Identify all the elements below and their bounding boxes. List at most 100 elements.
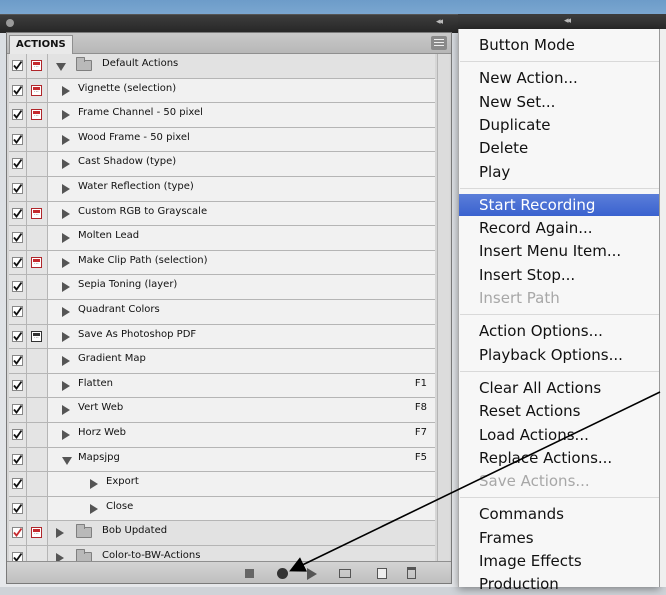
menu-item[interactable]: Replace Actions... [459, 447, 660, 469]
action-step-row[interactable]: Close [9, 496, 435, 522]
checkmark-icon[interactable] [12, 207, 23, 219]
checkmark-icon[interactable] [12, 330, 23, 342]
item-cell[interactable]: Vignette (selection) [48, 78, 435, 103]
menu-item[interactable]: Clear All Actions [459, 377, 660, 399]
item-cell[interactable]: Water Reflection (type) [48, 176, 435, 201]
item-cell[interactable]: Gradient Map [48, 349, 435, 373]
checkmark-icon[interactable] [12, 232, 23, 244]
disclosure-expanded-icon[interactable] [62, 456, 72, 465]
checkmark-icon[interactable] [12, 527, 23, 539]
item-cell[interactable]: Export [48, 472, 435, 496]
item-cell[interactable]: Horz Web F7 [48, 422, 435, 447]
menu-item[interactable]: Duplicate [459, 114, 660, 136]
scrollbar[interactable] [437, 54, 450, 562]
folder-icon[interactable] [339, 569, 351, 578]
action-set-row[interactable]: ... Bob Updated [9, 521, 435, 546]
menu-item[interactable]: Start Recording [459, 193, 660, 216]
disclosure-collapsed-icon[interactable] [62, 183, 70, 194]
checkmark-icon[interactable] [12, 355, 23, 367]
item-cell[interactable]: Make Clip Path (selection) [48, 250, 435, 275]
disclosure-collapsed-icon[interactable] [62, 331, 70, 342]
menu-item[interactable]: Commands [459, 503, 660, 525]
stop-icon[interactable] [245, 569, 254, 578]
disclosure-collapsed-icon[interactable] [62, 306, 70, 317]
menu-item[interactable]: Action Options... [459, 320, 660, 342]
item-cell[interactable]: Cast Shadow (type) [48, 152, 435, 176]
checkmark-icon[interactable] [12, 182, 23, 194]
action-row[interactable]: Molten Lead [9, 226, 435, 251]
item-cell[interactable]: Vert Web F8 [48, 398, 435, 422]
menu-item[interactable]: Reset Actions [459, 400, 660, 422]
disclosure-collapsed-icon[interactable] [62, 134, 70, 145]
item-cell[interactable]: Bob Updated [48, 521, 435, 545]
dialog-toggle-icon[interactable]: ... [31, 207, 42, 219]
menu-item[interactable]: Frames [459, 527, 660, 549]
action-row[interactable]: Water Reflection (type) [9, 176, 435, 202]
action-row[interactable]: Horz Web F7 [9, 422, 435, 448]
action-row[interactable]: ... Frame Channel - 50 pixel [9, 103, 435, 128]
action-step-row[interactable]: Export [9, 472, 435, 497]
item-cell[interactable]: Mapsjpg F5 [48, 447, 435, 472]
collapse-icon[interactable]: ◂◂ [564, 16, 571, 26]
item-cell[interactable]: Save As Photoshop PDF [48, 324, 435, 349]
checkmark-icon[interactable] [12, 133, 23, 145]
action-row[interactable]: Wood Frame - 50 pixel [9, 127, 435, 153]
checkmark-icon[interactable] [12, 305, 23, 317]
disclosure-collapsed-icon[interactable] [90, 479, 98, 490]
menu-item[interactable]: Image Effects [459, 550, 660, 572]
action-row[interactable]: Cast Shadow (type) [9, 152, 435, 177]
disclosure-collapsed-icon[interactable] [62, 208, 70, 219]
dialog-toggle-icon[interactable]: ... [31, 60, 42, 71]
disclosure-collapsed-icon[interactable] [90, 503, 98, 514]
disclosure-collapsed-icon[interactable] [62, 380, 70, 391]
disclosure-collapsed-icon[interactable] [62, 405, 70, 416]
action-row[interactable]: Vert Web F8 [9, 398, 435, 423]
close-dot-icon[interactable] [6, 19, 14, 27]
checkmark-icon[interactable] [12, 478, 23, 490]
dialog-toggle-icon[interactable]: ... [31, 84, 42, 96]
menu-item[interactable]: Load Actions... [459, 424, 660, 446]
item-cell[interactable]: Default Actions [48, 54, 435, 78]
checkmark-icon[interactable] [12, 502, 23, 514]
checkmark-icon[interactable] [12, 281, 23, 293]
menu-item[interactable]: Button Mode [459, 34, 660, 56]
disclosure-collapsed-icon[interactable] [62, 159, 70, 170]
menu-item[interactable]: Insert Menu Item... [459, 240, 660, 262]
panel-menu-button[interactable] [431, 36, 447, 50]
menu-item[interactable]: Play [459, 161, 660, 183]
disclosure-expanded-icon[interactable] [56, 63, 66, 71]
record-icon[interactable] [277, 568, 288, 579]
trash-icon[interactable] [407, 567, 416, 579]
disclosure-collapsed-icon[interactable] [62, 282, 70, 293]
action-row[interactable]: Sepia Toning (layer) [9, 275, 435, 300]
item-cell[interactable]: Sepia Toning (layer) [48, 275, 435, 299]
disclosure-collapsed-icon[interactable] [62, 429, 70, 440]
menu-item[interactable]: Production [459, 573, 660, 595]
checkmark-icon[interactable] [12, 428, 23, 440]
item-cell[interactable]: Flatten F1 [48, 373, 435, 398]
item-cell[interactable]: Custom RGB to Grayscale [48, 201, 435, 226]
action-row[interactable]: ... Vignette (selection) [9, 78, 435, 104]
item-cell[interactable]: Close [48, 496, 435, 521]
item-cell[interactable]: Frame Channel - 50 pixel [48, 103, 435, 127]
disclosure-collapsed-icon[interactable] [62, 233, 70, 244]
dialog-toggle-icon[interactable]: ... [31, 330, 42, 342]
menu-item[interactable]: Record Again... [459, 217, 660, 239]
menu-item[interactable]: Insert Stop... [459, 264, 660, 286]
checkmark-icon[interactable] [12, 404, 23, 416]
collapse-icon[interactable]: ◂◂ [436, 17, 443, 27]
checkmark-icon[interactable] [12, 158, 23, 170]
disclosure-collapsed-icon[interactable] [62, 356, 70, 367]
checkmark-icon[interactable] [12, 256, 23, 268]
checkmark-icon[interactable] [12, 60, 23, 71]
new-item-icon[interactable] [377, 568, 387, 579]
disclosure-collapsed-icon[interactable] [62, 110, 70, 121]
action-set-row[interactable]: ... Default Actions [9, 54, 435, 79]
menu-item[interactable]: New Set... [459, 91, 660, 113]
item-cell[interactable]: Wood Frame - 50 pixel [48, 127, 435, 152]
dialog-toggle-icon[interactable]: ... [31, 527, 42, 539]
disclosure-collapsed-icon[interactable] [62, 85, 70, 96]
menu-item[interactable]: Delete [459, 137, 660, 159]
action-row[interactable]: Mapsjpg F5 [9, 447, 435, 473]
checkmark-icon[interactable] [12, 379, 23, 391]
